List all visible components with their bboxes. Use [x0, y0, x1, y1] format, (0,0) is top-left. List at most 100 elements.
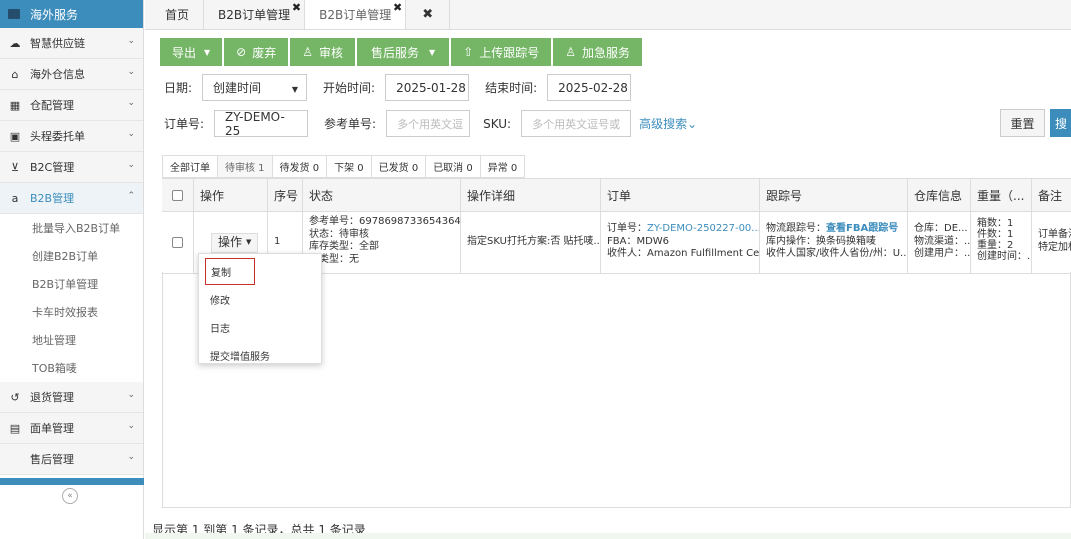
main-content: 首页 B2B订单管理 ✖ B2B订单管理 ✖ ✖ 导出 ▼ ⊘ 废弃 ♙ 审核 售后服务 ▼…: [145, 0, 1071, 539]
caret-down-icon: ▼: [246, 238, 252, 247]
row-warehouse-cell: 仓库：DE... 物流渠道：.. 创建用户：..: [908, 212, 971, 273]
sidebar-sub-tob-label[interactable]: TOB箱唛: [0, 354, 143, 382]
sidebar-item-b2b[interactable]: a B2B管理 ⌃: [0, 183, 143, 214]
caret-down-icon: ▼: [291, 85, 299, 94]
menu-item-copy[interactable]: 复制: [205, 258, 255, 285]
status-tab-shipped[interactable]: 已发货 0: [371, 155, 427, 178]
urgent-service-button[interactable]: ♙ 加急服务: [553, 38, 643, 66]
menu-item-log[interactable]: 日志: [199, 313, 321, 341]
chevron-down-icon: ⌄: [127, 452, 135, 462]
sidebar-sub-truck-report[interactable]: 卡车时效报表: [0, 298, 143, 326]
tab-home[interactable]: 首页: [151, 0, 205, 29]
sidebar-item-label: 头程委托单: [30, 130, 85, 143]
start-date-input[interactable]: 2025-01-28: [385, 74, 470, 101]
sidebar-sub-address[interactable]: 地址管理: [0, 326, 143, 354]
operation-button[interactable]: 操作 ▼: [211, 232, 259, 253]
item-type: 物类型：无: [309, 253, 359, 265]
ref-input[interactable]: 多个用英文逗: [386, 110, 471, 137]
sidebar-item-label: 仓配管理: [30, 99, 74, 112]
reset-button[interactable]: 重置: [1000, 109, 1045, 137]
status-tab-cancelled[interactable]: 已取消 0: [426, 155, 481, 178]
tab-b2b-order-2[interactable]: B2B订单管理 ✖: [305, 0, 407, 29]
sidebar-item-supply-chain[interactable]: ☁ 智慧供应链 ⌄: [0, 28, 143, 59]
tab-b2b-order-1[interactable]: B2B订单管理 ✖: [204, 0, 306, 29]
sidebar-item-warehouse-info[interactable]: ⌂ 海外仓信息 ⌄: [0, 59, 143, 90]
sidebar-sub-create-order[interactable]: 创建B2B订单: [0, 242, 143, 270]
sidebar-item-label: 智慧供应链: [30, 37, 85, 50]
checkbox[interactable]: [172, 189, 183, 201]
header-weight: 重量（...: [971, 179, 1032, 211]
sidebar: 海外服务 ☁ 智慧供应链 ⌄ ⌂ 海外仓信息 ⌄ ▦ 仓配管理 ⌄ ▣ 头程委托单 ⌄ ⊻ B2C…: [0, 0, 144, 539]
chevron-up-icon: ⌃: [127, 191, 135, 201]
status-text: 状态：待审核: [309, 228, 369, 240]
ban-icon: ⊘: [236, 45, 247, 59]
discard-button[interactable]: ⊘ 废弃: [224, 38, 289, 66]
order-link[interactable]: ZY-DEMO-250227-00...: [647, 223, 759, 234]
order-label: 订单号:: [164, 117, 205, 131]
search-button[interactable]: 搜: [1050, 109, 1071, 137]
row-order-cell: 订单号：ZY-DEMO-250227-00... FBA：MDW6 收件人：Am…: [601, 212, 760, 273]
doc-icon: ▤: [9, 421, 21, 435]
sku-label: SKU:: [483, 116, 512, 131]
bottom-strip: [145, 533, 1071, 539]
close-icon[interactable]: ✖: [292, 1, 301, 14]
menu-item-value-added[interactable]: 提交增值服务: [199, 341, 321, 369]
sidebar-item-first-leg[interactable]: ▣ 头程委托单 ⌄: [0, 121, 143, 152]
sidebar-item-aftersale[interactable]: 售后管理 ⌄: [0, 444, 143, 475]
chevron-down-icon: ⌄: [127, 129, 135, 139]
collapse-icon[interactable]: «: [62, 488, 78, 504]
status-tab-offshelf[interactable]: 下架 0: [327, 155, 372, 178]
chevron-down-icon: ⌄: [127, 160, 135, 170]
date-type-value: 创建时间: [213, 81, 262, 95]
sidebar-sub-batch-import[interactable]: 批量导入B2B订单: [0, 214, 143, 242]
sidebar-header-label: 海外服务: [30, 7, 79, 22]
sidebar-header[interactable]: 海外服务: [0, 0, 143, 28]
sidebar-item-b2c[interactable]: ⊻ B2C管理 ⌄: [0, 152, 143, 183]
date-type-select[interactable]: 创建时间 ▼: [202, 74, 308, 101]
table-header: 操作 序号 状态 操作详细 订单 跟踪号 仓库信息 重量（... 备注: [162, 179, 1071, 212]
status-tab-pending-ship[interactable]: 待发货 0: [272, 155, 328, 178]
caret-down-icon: ▼: [204, 47, 211, 57]
row-note-cell: 订单备注 特定加标: [1038, 229, 1071, 253]
urgent-label: 加急服务: [582, 45, 631, 60]
sidebar-sub-order-manage[interactable]: B2B订单管理: [0, 270, 143, 298]
sidebar-item-label: 退货管理: [30, 391, 74, 404]
sidebar-item-labels[interactable]: ▤ 面单管理 ⌄: [0, 413, 143, 444]
menu-item-edit[interactable]: 修改: [199, 285, 321, 313]
export-button[interactable]: 导出 ▼: [160, 38, 223, 66]
receiver-country: 收件人国家/收件人省份/州：U...: [766, 248, 908, 259]
sku-input[interactable]: 多个用英文逗号或: [521, 110, 632, 137]
aftersale-button[interactable]: 售后服务 ▼: [357, 38, 450, 66]
order-input[interactable]: ZY-DEMO-25: [214, 110, 309, 138]
fba-code: FBA：MDW6: [607, 235, 670, 247]
status-tab-exception[interactable]: 异常 0: [480, 155, 526, 178]
status-tab-pending-audit[interactable]: 待审核 1: [218, 155, 273, 178]
header-order: 订单: [601, 179, 760, 211]
sidebar-item-label: 售后管理: [30, 453, 74, 466]
advanced-search-link[interactable]: 高级搜索⌄: [639, 115, 697, 132]
sidebar-item-returns[interactable]: ↺ 退货管理 ⌄: [0, 382, 143, 413]
close-icon[interactable]: ✖: [393, 1, 402, 14]
close-icon: ✖: [422, 6, 434, 22]
checkbox[interactable]: [172, 237, 183, 248]
tab-label: 首页: [165, 7, 190, 22]
sidebar-item-label: B2C管理: [30, 161, 75, 174]
ref-label: 参考单号:: [324, 117, 377, 131]
end-date-input[interactable]: 2025-02-28: [547, 74, 632, 101]
stock-type: 库存类型：全部: [309, 241, 379, 252]
chevron-down-icon: ⌄: [127, 390, 135, 400]
fba-tracking-link[interactable]: 查看FBA跟踪号: [826, 223, 898, 234]
discard-label: 废弃: [252, 45, 277, 60]
sidebar-item-warehouse-dist[interactable]: ▦ 仓配管理 ⌄: [0, 90, 143, 121]
audit-label: 审核: [319, 45, 344, 60]
audit-button[interactable]: ♙ 审核: [290, 38, 356, 66]
status-tab-all[interactable]: 全部订单: [162, 155, 218, 178]
upload-tracking-button[interactable]: ⇧ 上传跟踪号: [451, 38, 552, 66]
date-label: 日期:: [164, 81, 193, 95]
upload-label: 上传跟踪号: [479, 45, 540, 60]
row-detail: 指定SKU打托方案:否 贴托唛...: [461, 212, 601, 273]
header-checkbox[interactable]: [162, 179, 194, 211]
filter-row-2: 订单号: ZY-DEMO-25 参考单号: 多个用英文逗 SKU: 多个用英文逗…: [164, 110, 697, 138]
header-op: 操作: [194, 179, 268, 211]
close-all-tabs-button[interactable]: ✖: [406, 0, 451, 29]
